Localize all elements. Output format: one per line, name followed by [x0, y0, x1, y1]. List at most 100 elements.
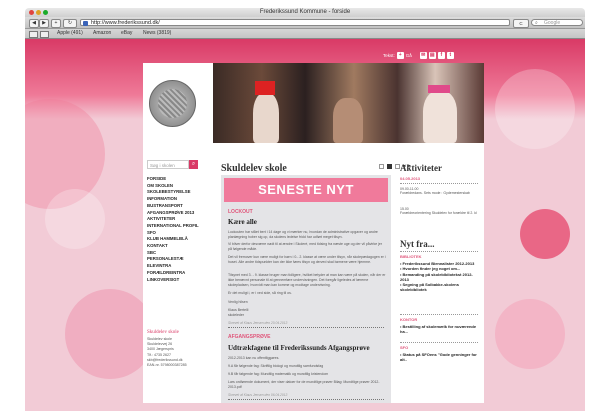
news-banner: SENESTE NYT	[224, 178, 388, 202]
bookmark-news[interactable]: News (3819)	[143, 29, 171, 38]
banner-figure	[333, 98, 363, 143]
article-paragraph: 2012-2013 kan nu offentliggøres.	[228, 356, 280, 360]
activities-divider	[400, 183, 478, 184]
activities-heading: Aktiviteter	[400, 163, 442, 173]
decor-bubble	[495, 299, 565, 369]
go-link[interactable]: Gå	[406, 53, 412, 58]
twitter-icon[interactable]: t	[446, 51, 454, 59]
event-text[interactable]: Forældredans. Sets mode : Gydemesterskab	[400, 191, 480, 196]
slide-dot[interactable]	[379, 164, 384, 169]
nav-item-forside[interactable]: FORSIDE	[147, 176, 207, 183]
article-paragraph: Er det muligt i, er i ved side, så ring …	[228, 291, 292, 295]
group-label: SFO	[400, 345, 409, 350]
school-logo[interactable]	[149, 80, 196, 127]
bookmark-ebay[interactable]: eBay	[121, 29, 132, 38]
nav-item-information[interactable]: INFORMATION	[147, 196, 207, 203]
decor-bubble	[45, 189, 105, 249]
bookmark-apple[interactable]: Apple (491)	[57, 29, 83, 38]
nav-item-sfo[interactable]: SFO	[147, 230, 207, 237]
decor-bubble	[495, 69, 575, 149]
refresh-icon: ↻	[67, 20, 73, 26]
news-divider	[400, 314, 478, 315]
decor-bubble	[65, 289, 155, 379]
article-section-label: LOCKOUT	[228, 209, 253, 215]
add-bookmark-button[interactable]: +	[51, 19, 61, 28]
left-navigation: FORSIDE OM SKOLEN SKOLEBESTYRELSE INFORM…	[147, 176, 207, 283]
email-icon[interactable]: ✉	[419, 51, 427, 59]
facebook-icon[interactable]: f	[437, 51, 445, 59]
group-label: KONTOR	[400, 317, 418, 322]
address-bar[interactable]: http://www.frederikssund.dk/	[80, 19, 510, 26]
news-divider	[400, 251, 478, 252]
nav-item-aktiviteter[interactable]: AKTIVITETER	[147, 216, 207, 223]
nav-item-sbc[interactable]: SBC	[147, 250, 207, 257]
nav-item-kontakt[interactable]: KONTAKT	[147, 243, 207, 250]
nav-item-personalestae[interactable]: PERSONALESTÆ	[147, 256, 207, 263]
bookmarks-bar: Apple (491) Amazon eBay News (3819)	[25, 29, 585, 39]
nav-item-bustransport[interactable]: BUSTRANSPORT	[147, 203, 207, 210]
nav-item-om-skolen[interactable]: OM SKOLEN	[147, 183, 207, 190]
article-paragraph: skoleleder	[228, 313, 244, 317]
back-button[interactable]: ◀	[29, 19, 39, 28]
article-title[interactable]: Kære alle	[228, 218, 384, 226]
nav-item-skolebestyrelse[interactable]: SKOLEBESTYRELSE	[147, 189, 207, 196]
nav-item-elevintra[interactable]: ELEVINTRA	[147, 263, 207, 270]
search-icon: ⌕	[191, 161, 196, 167]
forward-arrow-icon: ▶	[42, 20, 46, 26]
article-paragraph: 9.B får følgende fag: Mundtlig matematik…	[228, 372, 329, 376]
article-meta: Skrevet af Klaus Jensen den 20.04.2013	[228, 321, 288, 325]
forward-button[interactable]: ▶	[39, 19, 49, 28]
site-search-button[interactable]: ⌕	[189, 160, 198, 169]
text-size-increase-button[interactable]: +	[396, 51, 404, 59]
refresh-button[interactable]: ↻	[63, 19, 77, 28]
site-favicon-icon	[83, 21, 88, 26]
back-arrow-icon: ◀	[32, 20, 36, 26]
contact-block: Skuldelev skole Skuldelev skole Skuldele…	[147, 330, 211, 368]
news-from-heading: Nyt fra...	[400, 239, 435, 249]
text-size-label: Tekst:	[383, 52, 395, 58]
article-divider	[228, 399, 384, 400]
nav-item-linkoversigt[interactable]: LINKOVERSIGT	[147, 277, 207, 284]
article-paragraph: Vi bliver derfor desværre nødt til at æn…	[228, 242, 383, 251]
decor-bubble	[520, 209, 570, 259]
news-link-list: • Bestilling af skolemælk for nuværende …	[400, 324, 480, 335]
reader-button[interactable]: C	[513, 19, 529, 28]
nav-item-international-profil[interactable]: INTERNATIONAL PROFIL	[147, 223, 207, 230]
article-paragraph: Det vil fremover kun være muligt for bør…	[228, 255, 386, 264]
bookmark-amazon[interactable]: Amazon	[93, 29, 111, 38]
top-sites-icon[interactable]	[40, 31, 49, 38]
article-section-label: AFGANGSPRØVE	[228, 334, 271, 340]
site-search-input[interactable]: Søg i skolen	[147, 160, 189, 169]
header-banner-image	[213, 63, 484, 143]
browser-toolbar: ◀ ▶ + ↻ http://www.frederikssund.dk/ C ⌕…	[25, 17, 585, 29]
plus-icon: +	[54, 20, 58, 26]
slide-dot-active[interactable]	[387, 164, 392, 169]
banner-figure	[423, 91, 457, 143]
plus-icon: +	[398, 51, 402, 58]
activities-date: 04.05.2013	[400, 176, 421, 181]
utility-bar: Tekst: + Gå ✉ ▤ f t	[383, 51, 454, 59]
search-icon: ⌕	[535, 20, 538, 26]
news-link[interactable]: • Status på SFOens "Gode genninger for a…	[400, 352, 480, 363]
news-link[interactable]: • Bemanding på skolebibliotekst 2012-201…	[400, 272, 480, 283]
news-link-list: • Status på SFOens "Gode genninger for a…	[400, 352, 480, 363]
reading-list-icon[interactable]	[29, 31, 38, 38]
article-paragraph: Tilsynet med 3. - 9. klasse bruger man t…	[228, 273, 386, 287]
nav-item-foraeldreintra[interactable]: FORÆLDREINTRA	[147, 270, 207, 277]
url-text: http://www.frederikssund.dk/	[91, 20, 160, 26]
article-divider	[228, 327, 384, 328]
banner-hat	[428, 85, 450, 93]
nav-item-afgangsprove[interactable]: AFGANGSPRØVE 2013	[147, 210, 207, 217]
news-divider	[400, 342, 478, 343]
browser-search-input[interactable]: ⌕ Google	[531, 19, 583, 26]
web-page: Tekst: + Gå ✉ ▤ f t Søg i skolen ⌕ FORSI…	[25, 39, 585, 411]
news-link[interactable]: • Bestilling af skolemælk for nuværende …	[400, 324, 480, 335]
news-link[interactable]: • Segning på Solbakke-skolens skolebibli…	[400, 282, 480, 293]
group-label: BIBLIOTEK	[400, 254, 422, 259]
print-icon[interactable]: ▤	[428, 51, 436, 59]
article-title[interactable]: Udtrækfagene til Frederikssunds Afgangsp…	[228, 344, 384, 352]
nav-item-klub[interactable]: KLUB HAMMELBLÅ	[147, 236, 207, 243]
contact-ean: EAN-nr. 5798000387285	[147, 363, 187, 368]
event-text[interactable]: Forældreorientering Skuldelev for foræld…	[400, 211, 480, 216]
browser-search-placeholder: Google	[544, 20, 561, 26]
